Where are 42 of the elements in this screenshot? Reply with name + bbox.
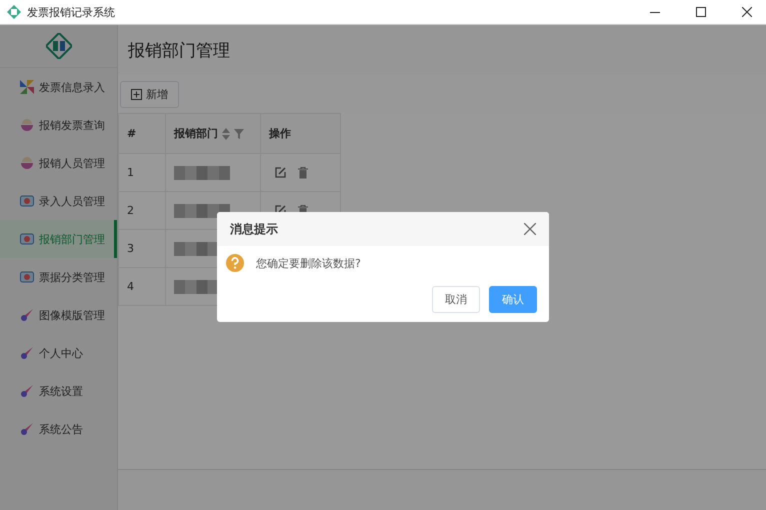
confirm-button[interactable]: 确认 bbox=[489, 286, 537, 313]
sidebar-item[interactable]: 系统公告 bbox=[0, 410, 117, 448]
table-cell: 4 bbox=[118, 268, 166, 306]
comet-icon bbox=[20, 308, 34, 322]
table-cell: 1 bbox=[118, 154, 166, 192]
sidebar-item[interactable]: 录入人员管理 bbox=[0, 182, 117, 220]
column-header: 操作 bbox=[260, 114, 340, 154]
redaction-block bbox=[174, 204, 230, 218]
column-header: 报销部门 bbox=[174, 126, 218, 141]
app-logo-icon bbox=[7, 5, 21, 19]
add-button[interactable]: 新增 bbox=[120, 80, 179, 108]
comet-icon bbox=[20, 422, 34, 436]
sidebar-item[interactable]: 报销发票查询 bbox=[0, 106, 117, 144]
cancel-button[interactable]: 取消 bbox=[432, 286, 480, 313]
close-icon[interactable] bbox=[742, 7, 752, 17]
plus-icon bbox=[131, 88, 142, 100]
camera-icon bbox=[20, 270, 34, 284]
column-header: # bbox=[118, 114, 166, 154]
sidebar-item[interactable]: 图像模版管理 bbox=[0, 296, 117, 334]
table-cell: 2 bbox=[118, 192, 166, 230]
sidebar-item[interactable]: 个人中心 bbox=[0, 334, 117, 372]
maximize-icon[interactable] bbox=[696, 7, 706, 17]
sidebar-item[interactable]: 票据分类管理 bbox=[0, 258, 117, 296]
camera-icon bbox=[20, 194, 34, 208]
sidebar-item[interactable]: 报销人员管理 bbox=[0, 144, 117, 182]
sidebar-item[interactable]: 系统设置 bbox=[0, 372, 117, 410]
window-title: 发票报销记录系统 bbox=[27, 4, 115, 20]
sidebar-item[interactable]: 报销部门管理 bbox=[0, 220, 117, 258]
bowl-icon bbox=[20, 118, 34, 132]
dialog-title: 消息提示 bbox=[230, 220, 278, 238]
comet-icon bbox=[20, 384, 34, 398]
bowl-icon bbox=[20, 156, 34, 170]
question-icon bbox=[226, 254, 244, 272]
sidebar-item[interactable]: 发票信息录入 bbox=[0, 68, 117, 106]
dialog-message: 您确定要删除该数据? bbox=[256, 256, 361, 270]
logo-icon bbox=[46, 33, 72, 59]
table-cell: 3 bbox=[118, 230, 166, 268]
camera-icon bbox=[20, 232, 34, 246]
redaction-block bbox=[174, 166, 230, 180]
page-title: 报销部门管理 bbox=[128, 40, 230, 62]
pinwheel-icon bbox=[20, 80, 34, 94]
comet-icon bbox=[20, 346, 34, 360]
